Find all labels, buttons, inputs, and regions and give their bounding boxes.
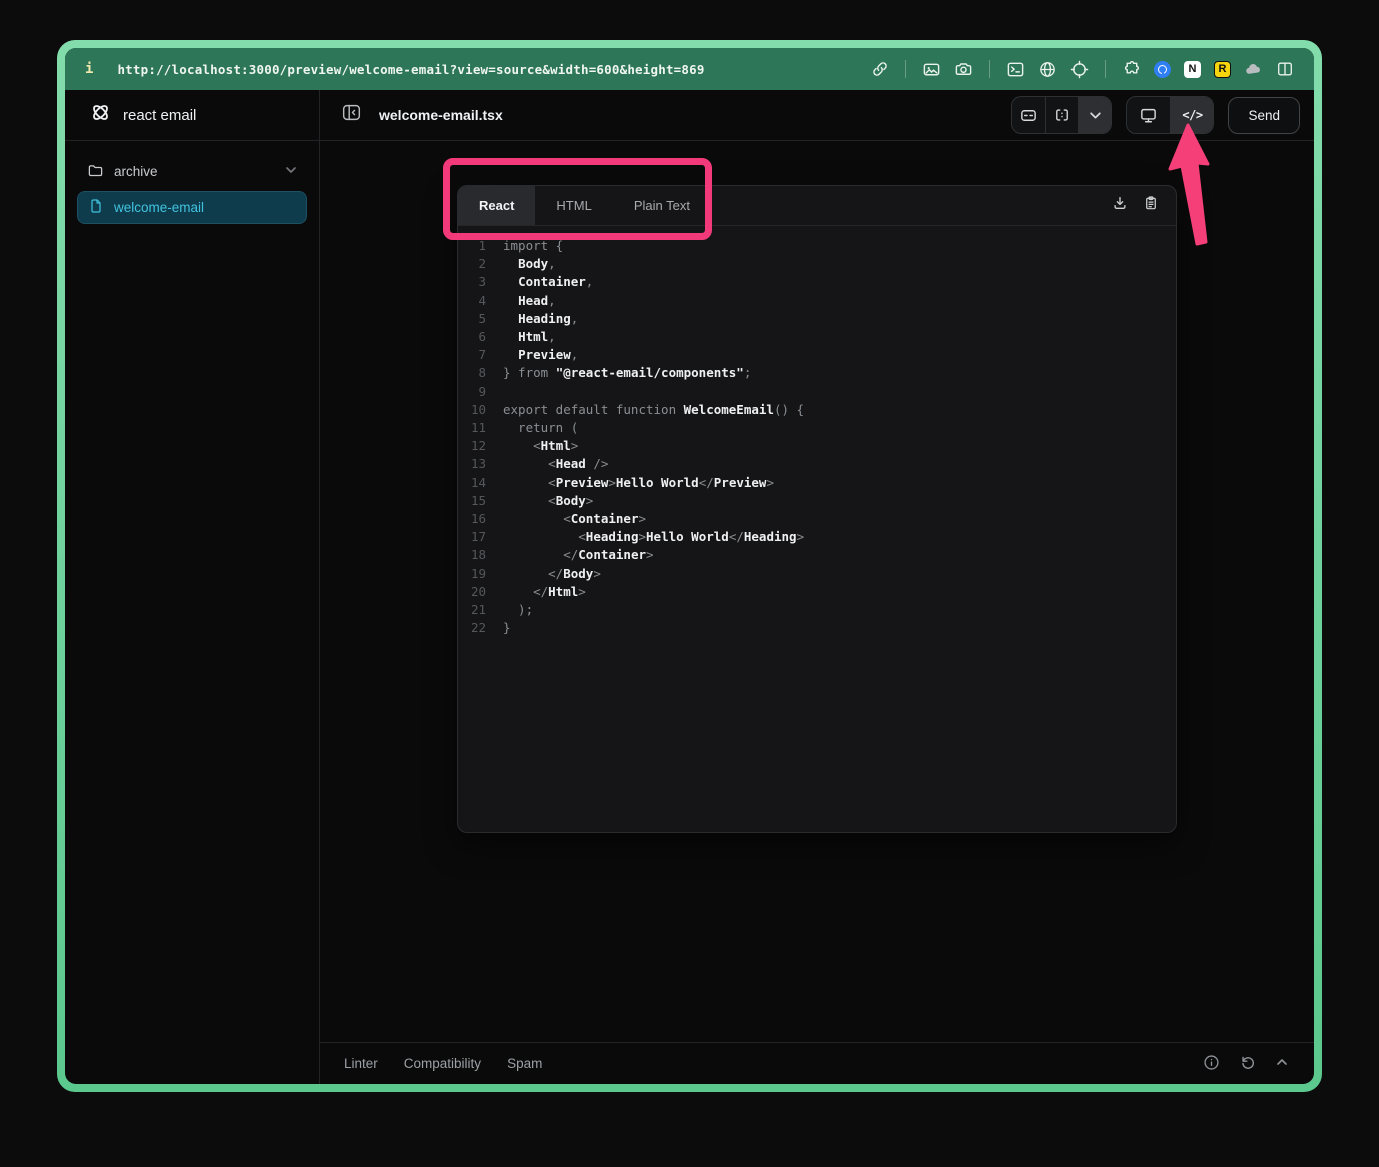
tab-html[interactable]: HTML xyxy=(535,186,612,225)
tab-compatibility[interactable]: Compatibility xyxy=(404,1056,481,1071)
info-circle-icon[interactable] xyxy=(1203,1054,1220,1074)
main-area: welcome-email.tsx </> Send xyxy=(320,90,1314,1084)
main-header: welcome-email.tsx </> Send xyxy=(320,90,1314,141)
toolbar-divider xyxy=(989,60,990,78)
sidebar-header: react email xyxy=(65,90,319,141)
sidebar-item-label: welcome-email xyxy=(114,200,204,215)
code-line: 9 xyxy=(458,383,1176,401)
code-view-toggle-button[interactable]: </> xyxy=(1170,97,1213,133)
code-line: 11 return ( xyxy=(458,419,1176,437)
code-line: 8} from "@react-email/components"; xyxy=(458,364,1176,382)
code-line: 3 Container, xyxy=(458,273,1176,291)
crosshair-icon[interactable] xyxy=(1070,60,1089,79)
source-code-panel: React HTML Plain Text 1import {2 Body,3 … xyxy=(457,185,1177,833)
globe-icon[interactable] xyxy=(1038,60,1057,79)
notion-icon[interactable]: N xyxy=(1184,61,1201,78)
address-url[interactable]: http://localhost:3000/preview/welcome-em… xyxy=(117,62,704,77)
code-line: 19 </Body> xyxy=(458,565,1176,583)
camera-icon[interactable] xyxy=(954,60,973,79)
chevron-up-icon[interactable] xyxy=(1275,1055,1289,1072)
send-button[interactable]: Send xyxy=(1228,97,1300,134)
code-line: 6 Html, xyxy=(458,328,1176,346)
source-format-tabs: React HTML Plain Text xyxy=(458,186,1176,226)
code-line: 16 <Container> xyxy=(458,510,1176,528)
code-line: 10export default function WelcomeEmail()… xyxy=(458,401,1176,419)
desktop-view-button[interactable] xyxy=(1127,97,1170,133)
sidebar-item-welcome-email[interactable]: welcome-email xyxy=(77,191,307,224)
viewport-width-button[interactable] xyxy=(1012,97,1045,133)
code-line: 21 ); xyxy=(458,601,1176,619)
collapse-sidebar-icon[interactable] xyxy=(341,102,362,128)
view-mode-toggle-group: </> xyxy=(1126,96,1214,134)
viewport-dropdown-button[interactable] xyxy=(1078,97,1111,133)
code-line: 18 </Container> xyxy=(458,546,1176,564)
tab-plain-text[interactable]: Plain Text xyxy=(613,186,711,225)
sidebar: react email archive welcome-email xyxy=(65,90,320,1084)
react-email-app: react email archive welcome-email xyxy=(65,90,1314,1084)
cloud-icon[interactable] xyxy=(1244,60,1263,79)
brand-name: react email xyxy=(123,107,196,124)
toolbar-divider xyxy=(1105,60,1106,78)
sidebar-item-archive[interactable]: archive xyxy=(77,155,307,188)
browser-address-bar: i http://localhost:3000/preview/welcome-… xyxy=(65,48,1314,90)
code-panel-actions xyxy=(1112,186,1176,225)
send-button-label: Send xyxy=(1248,108,1280,123)
viewport-dimensions-button[interactable] xyxy=(1045,97,1078,133)
code-line: 15 <Body> xyxy=(458,492,1176,510)
code-editor[interactable]: 1import {2 Body,3 Container,4 Head,5 Hea… xyxy=(458,226,1176,832)
tab-linter[interactable]: Linter xyxy=(344,1056,378,1071)
browser-toolbar-icons: N R xyxy=(871,60,1294,79)
code-line: 12 <Html> xyxy=(458,437,1176,455)
code-line: 7 Preview, xyxy=(458,346,1176,364)
code-line: 22} xyxy=(458,619,1176,637)
sidebar-nav: archive welcome-email xyxy=(65,141,319,238)
preview-content: React HTML Plain Text 1import {2 Body,3 … xyxy=(320,141,1314,1042)
status-bar: Linter Compatibility Spam xyxy=(320,1042,1314,1084)
tab-react[interactable]: React xyxy=(458,186,535,225)
extensions-puzzle-icon[interactable] xyxy=(1122,60,1141,79)
copy-clipboard-icon[interactable] xyxy=(1143,195,1159,216)
code-line: 5 Heading, xyxy=(458,310,1176,328)
download-icon[interactable] xyxy=(1112,195,1128,216)
split-view-icon[interactable] xyxy=(1276,60,1294,78)
react-email-logo-icon xyxy=(89,101,112,129)
tabbar-spacer xyxy=(711,186,1112,225)
code-icon: </> xyxy=(1182,108,1202,122)
file-icon xyxy=(88,198,104,217)
toolbar-divider xyxy=(905,60,906,78)
code-line: 2 Body, xyxy=(458,255,1176,273)
tab-spam[interactable]: Spam xyxy=(507,1056,542,1071)
code-line: 1import { xyxy=(458,237,1176,255)
screenshot-icon[interactable] xyxy=(922,60,941,79)
chevron-down-icon[interactable] xyxy=(285,164,297,179)
viewport-controls-group xyxy=(1011,96,1112,134)
window-frame: i http://localhost:3000/preview/welcome-… xyxy=(57,40,1322,1092)
onepassword-icon[interactable] xyxy=(1154,61,1171,78)
code-line: 17 <Heading>Hello World</Heading> xyxy=(458,528,1176,546)
folder-icon xyxy=(87,162,104,182)
browser-window: i http://localhost:3000/preview/welcome-… xyxy=(65,48,1314,1084)
code-lines: 1import {2 Body,3 Container,4 Head,5 Hea… xyxy=(458,237,1176,637)
code-line: 14 <Preview>Hello World</Preview> xyxy=(458,474,1176,492)
page-title: welcome-email.tsx xyxy=(379,107,503,123)
r-extension-icon[interactable]: R xyxy=(1214,61,1231,78)
status-bar-actions xyxy=(1203,1054,1289,1074)
code-line: 13 <Head /> xyxy=(458,455,1176,473)
code-line: 4 Head, xyxy=(458,292,1176,310)
info-icon: i xyxy=(85,61,93,77)
link-icon[interactable] xyxy=(871,60,889,78)
code-line: 20 </Html> xyxy=(458,583,1176,601)
sidebar-item-label: archive xyxy=(114,164,158,179)
terminal-icon[interactable] xyxy=(1006,60,1025,79)
refresh-icon[interactable] xyxy=(1239,1054,1256,1074)
